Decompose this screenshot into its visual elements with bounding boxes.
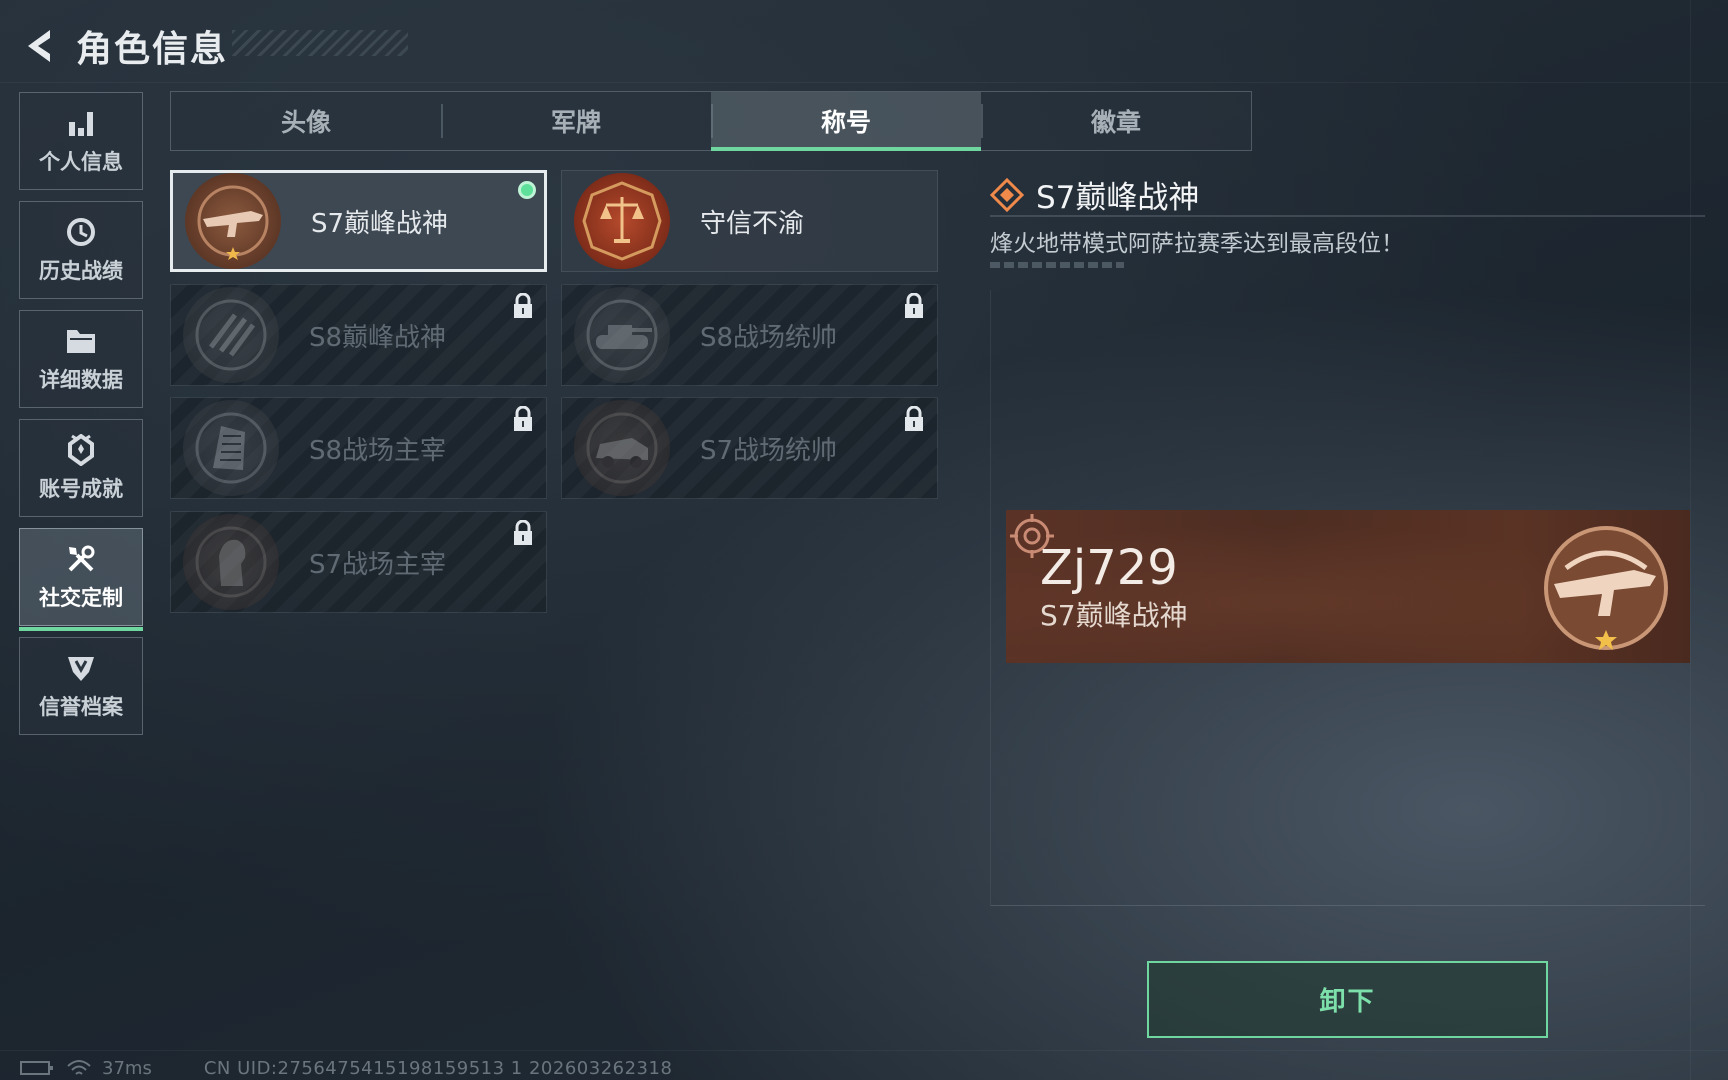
folder-icon	[64, 324, 98, 358]
title-card-s7-battlefield-marshal[interactable]: S7战场统帅	[561, 397, 938, 499]
vehicle-medal-icon	[574, 400, 670, 496]
rifle-medal-icon	[185, 173, 281, 269]
lock-icon	[514, 406, 532, 431]
achievement-badge-icon	[64, 433, 98, 467]
detail-header: S7巅峰战神	[990, 172, 1199, 217]
tools-icon	[64, 542, 98, 576]
sidebar-item-label: 详细数据	[39, 368, 123, 392]
title-card-s8-peak-war-god[interactable]: S8巅峰战神	[170, 284, 547, 386]
building-medal-icon	[183, 400, 279, 496]
sidebar-item-achievements[interactable]: 账号成就	[19, 419, 143, 517]
stripes-medal-icon	[183, 287, 279, 383]
title-card-trustworthy[interactable]: 守信不渝	[561, 170, 938, 272]
header: 角色信息	[18, 18, 228, 74]
tab-avatar[interactable]: 头像	[171, 92, 441, 150]
sidebar-item-label: 账号成就	[39, 477, 123, 501]
header-decoration	[232, 30, 408, 56]
nameplate-title: S7巅峰战神	[1040, 599, 1188, 632]
uid-readout: CN UID:2756475415198159513 1 20260326231…	[203, 1057, 673, 1079]
status-bar: 37ms CN UID:2756475415198159513 1 202603…	[20, 1056, 672, 1080]
sidebar-item-social-custom[interactable]: 社交定制	[19, 528, 143, 631]
battery-icon	[20, 1061, 53, 1075]
ping-readout: 37ms	[102, 1057, 152, 1079]
lock-icon	[514, 520, 532, 545]
title-card-label: S8战场统帅	[700, 322, 838, 353]
decoration-dashes	[990, 262, 1124, 268]
sidebar-item-label: 历史战绩	[39, 259, 123, 283]
title-card-label: S7巅峰战神	[311, 208, 449, 239]
title-card-s8-battlefield-marshal[interactable]: S8战场统帅	[561, 284, 938, 386]
sidebar: 个人信息 历史战绩 详细数据 账号成就 社交定制 信誉档案	[19, 92, 143, 746]
nameplate-preview: Zj729 S7巅峰战神	[1006, 510, 1690, 663]
detail-description: 烽火地带模式阿萨拉赛季达到最高段位！	[990, 231, 1404, 257]
sidebar-item-personal-info[interactable]: 个人信息	[19, 92, 143, 190]
title-card-s7-battlefield-dominator[interactable]: S7战场主宰	[170, 511, 547, 613]
scales-medal-icon	[574, 173, 670, 269]
title-card-label: S8巅峰战神	[309, 322, 447, 353]
title-card-label: S8战场主宰	[309, 435, 447, 466]
lock-icon	[905, 293, 923, 318]
wifi-icon	[67, 1060, 91, 1075]
sidebar-item-history[interactable]: 历史战绩	[19, 201, 143, 299]
history-clock-icon	[64, 215, 98, 249]
sidebar-item-label: 社交定制	[39, 586, 123, 610]
soldier-medal-icon	[183, 514, 279, 610]
lock-icon	[905, 406, 923, 431]
title-card-s8-battlefield-dominator[interactable]: S8战场主宰	[170, 397, 547, 499]
shield-wing-icon	[64, 651, 98, 685]
sidebar-item-detailed-data[interactable]: 详细数据	[19, 310, 143, 408]
back-arrow-icon[interactable]	[18, 24, 62, 68]
title-card-label: S7战场主宰	[309, 549, 447, 580]
tab-title[interactable]: 称号	[711, 92, 981, 151]
tank-medal-icon	[574, 287, 670, 383]
lock-icon	[514, 293, 532, 318]
page-title: 角色信息	[76, 29, 229, 70]
diamond-icon	[990, 177, 1024, 212]
sidebar-item-label: 信誉档案	[39, 695, 123, 719]
tab-badge[interactable]: 徽章	[981, 92, 1251, 150]
unequip-button[interactable]: 卸下	[1147, 961, 1548, 1038]
player-name: Zj729	[1040, 540, 1178, 596]
rifle-medal-icon	[1544, 526, 1668, 650]
title-card-label: 守信不渝	[700, 208, 805, 239]
tab-dog-tag[interactable]: 军牌	[441, 92, 711, 150]
title-card-label: S7战场统帅	[700, 435, 838, 466]
bar-chart-icon	[64, 106, 98, 140]
detail-title: S7巅峰战神	[1036, 180, 1200, 216]
sidebar-item-label: 个人信息	[39, 150, 123, 174]
title-card-s7-peak-war-god[interactable]: S7巅峰战神	[170, 170, 547, 272]
equipped-indicator	[518, 181, 536, 199]
divider	[990, 215, 1705, 217]
tab-bar: 头像 军牌 称号 徽章	[170, 91, 1252, 151]
sidebar-item-credit-record[interactable]: 信誉档案	[19, 637, 143, 735]
